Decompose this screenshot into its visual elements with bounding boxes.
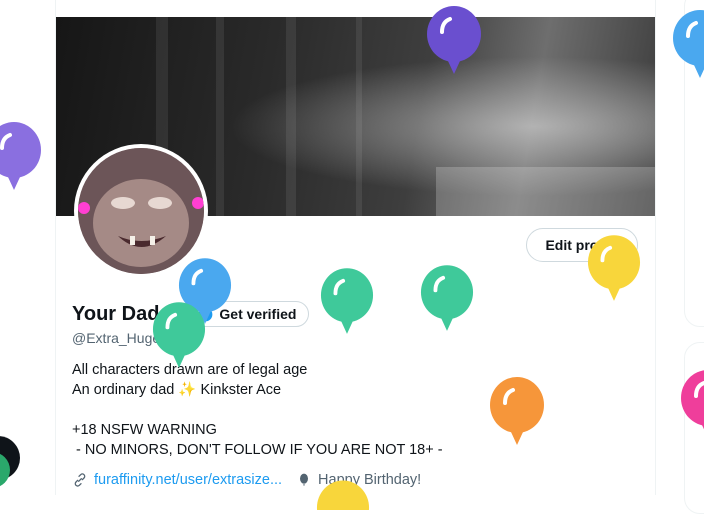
bio-line (72, 400, 443, 420)
bio-line: - NO MINORS, DON'T FOLLOW IF YOU ARE NOT… (72, 442, 443, 458)
balloon-icon (0, 122, 41, 190)
profile-link-text[interactable]: furaffinity.net/user/extrasize... (94, 472, 282, 488)
balloon-icon (587, 235, 641, 301)
balloon-icon (0, 436, 20, 487)
balloon-icon (490, 377, 544, 445)
balloon-icon (316, 480, 370, 510)
balloon-icon (152, 302, 206, 368)
balloon-icon (681, 370, 704, 430)
balloon-icon (320, 268, 374, 334)
bio-line: All characters drawn are of legal age (72, 362, 308, 378)
bio-line: An ordinary dad ✨ Kinkster Ace (72, 382, 282, 398)
profile-column: Edit profile Your Dad Get verified @Extr… (55, 0, 656, 495)
avatar-image (78, 148, 204, 274)
display-name: Your Dad (72, 302, 160, 325)
profile-meta: furaffinity.net/user/extrasize... Happy … (72, 472, 435, 488)
balloon-icon (673, 10, 704, 78)
top-strip (56, 0, 655, 17)
balloon-icon (427, 6, 481, 74)
balloon-icon (420, 265, 474, 331)
bio-line: +18 NSFW WARNING (72, 422, 217, 438)
link-icon (74, 473, 86, 487)
profile-link[interactable]: furaffinity.net/user/extrasize... (72, 472, 282, 488)
balloon-icon (300, 473, 309, 486)
profile-bio: All characters drawn are of legal age An … (72, 360, 443, 460)
